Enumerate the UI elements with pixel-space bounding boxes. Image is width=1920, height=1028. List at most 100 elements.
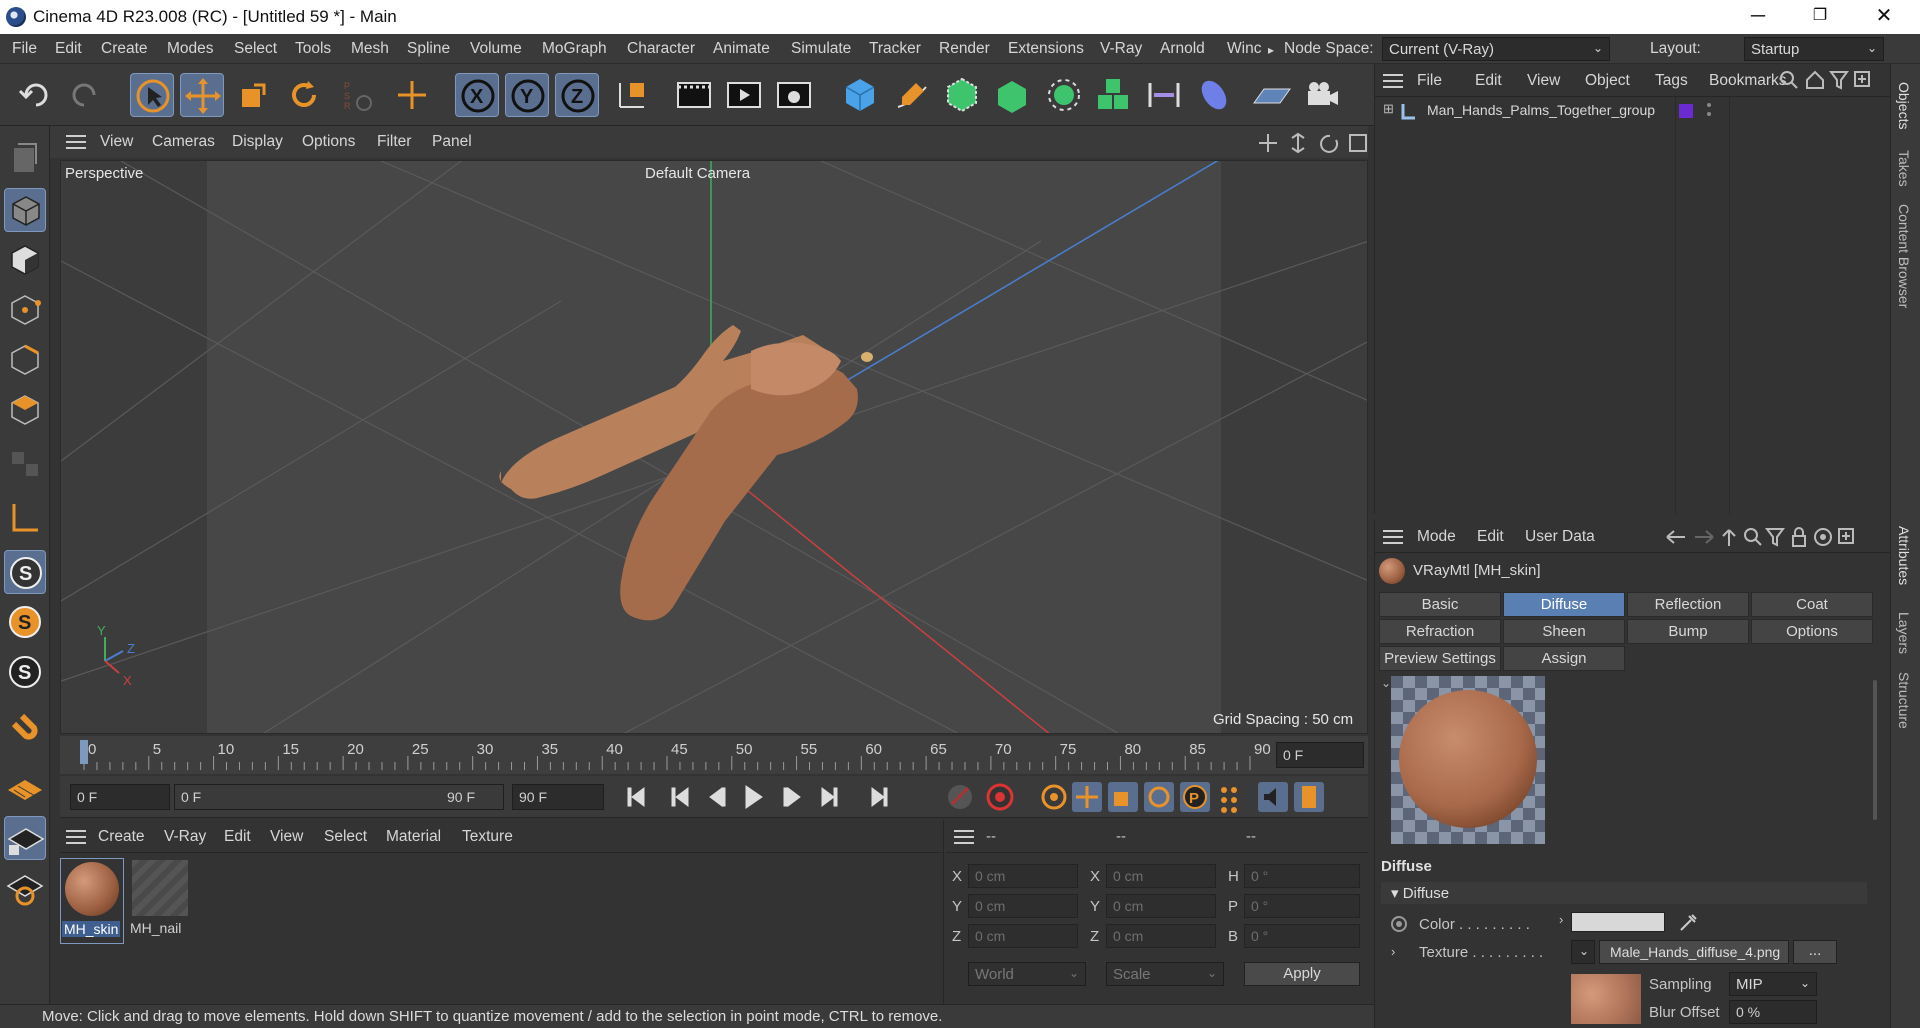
- viewport-menu-filter[interactable]: Filter: [377, 133, 411, 151]
- object-menu-file[interactable]: File: [1417, 72, 1442, 90]
- previous-keyframe-icon[interactable]: [671, 787, 689, 807]
- perspective-viewport[interactable]: Y Z X Perspective Default Camera Grid Sp…: [60, 160, 1368, 734]
- keyframe-selection-icon[interactable]: [1041, 784, 1067, 810]
- side-tab-layers[interactable]: Layers: [1896, 612, 1912, 654]
- side-tab-content-browser[interactable]: Content Browser: [1896, 204, 1912, 308]
- diffuse-group-header[interactable]: ▾ Diffuse: [1381, 882, 1867, 904]
- material-menu-create[interactable]: Create: [98, 828, 145, 846]
- expand-plus-icon[interactable]: ⊞: [1383, 101, 1394, 117]
- viewport-navigation-icons[interactable]: [1258, 132, 1368, 154]
- object-menu-view[interactable]: View: [1527, 72, 1560, 90]
- tab-sheen[interactable]: Sheen: [1503, 619, 1625, 644]
- size-z-field[interactable]: 0 cm: [1106, 924, 1216, 948]
- rotate-tool-icon[interactable]: [282, 73, 326, 117]
- texture-thumbnail[interactable]: [1571, 974, 1641, 1024]
- extrude-icon[interactable]: [990, 73, 1034, 117]
- attr-menu-mode[interactable]: Mode: [1417, 528, 1456, 546]
- side-tab-attributes[interactable]: Attributes: [1896, 526, 1912, 585]
- viewport-menu-display[interactable]: Display: [232, 133, 283, 151]
- coordinate-system-icon[interactable]: [610, 73, 654, 117]
- menu-tools[interactable]: Tools: [295, 40, 331, 58]
- deformer-icon[interactable]: [1142, 73, 1186, 117]
- layout-dropdown[interactable]: Startup ⌄: [1744, 37, 1884, 61]
- record-disabled-icon[interactable]: [948, 785, 972, 809]
- cube-icon[interactable]: [838, 73, 882, 117]
- side-tab-structure[interactable]: Structure: [1896, 672, 1912, 729]
- close-button[interactable]: ✕: [1860, 2, 1908, 30]
- field-icon[interactable]: [1192, 73, 1236, 117]
- tab-assign[interactable]: Assign: [1503, 646, 1625, 671]
- attr-menu-user-data[interactable]: User Data: [1525, 528, 1595, 546]
- key-pla-icon[interactable]: [1221, 787, 1237, 813]
- tab-refraction[interactable]: Refraction: [1379, 619, 1501, 644]
- node-space-dropdown[interactable]: Current (V-Ray) ⌄: [1382, 37, 1610, 61]
- apply-button[interactable]: Apply: [1244, 962, 1360, 986]
- scrollbar[interactable]: [1873, 680, 1877, 820]
- mograph-cubes-icon[interactable]: [1092, 73, 1136, 117]
- add-transform-icon[interactable]: [390, 73, 434, 117]
- snap-s-dark-icon[interactable]: S: [4, 650, 46, 694]
- scale-tool-icon[interactable]: [232, 73, 276, 117]
- menu-mesh[interactable]: Mesh: [351, 40, 389, 58]
- material-menu-material[interactable]: Material: [386, 828, 441, 846]
- material-menu-edit[interactable]: Edit: [224, 828, 251, 846]
- attr-menu-edit[interactable]: Edit: [1477, 528, 1504, 546]
- end-frame-field[interactable]: 90 F: [512, 784, 604, 810]
- render-settings-icon[interactable]: [772, 73, 816, 117]
- animation-keyframe-radio[interactable]: [1391, 916, 1407, 932]
- texture-file-button[interactable]: Male_Hands_diffuse_4.png: [1599, 940, 1789, 964]
- viewport-menu-options[interactable]: Options: [302, 133, 355, 151]
- menu-file[interactable]: File: [12, 40, 37, 58]
- timeline-film-icon[interactable]: [1294, 782, 1324, 812]
- diffuse-color-swatch[interactable]: [1571, 912, 1665, 932]
- position-z-field[interactable]: 0 cm: [968, 924, 1078, 948]
- position-y-field[interactable]: 0 cm: [968, 894, 1078, 918]
- magnet-icon[interactable]: [4, 710, 46, 754]
- hamburger-icon[interactable]: [1383, 530, 1403, 544]
- hamburger-icon[interactable]: [66, 830, 86, 844]
- minimize-button[interactable]: ─: [1734, 2, 1782, 30]
- material-menu-select[interactable]: Select: [324, 828, 367, 846]
- key-rotation-icon[interactable]: [1144, 782, 1174, 812]
- model-mode-icon[interactable]: [4, 188, 46, 232]
- menu-character[interactable]: Character: [627, 40, 695, 58]
- tab-preview-settings[interactable]: Preview Settings: [1379, 646, 1501, 671]
- uv-mode-icon[interactable]: [4, 442, 46, 486]
- object-menu-bookmarks[interactable]: Bookmarks: [1709, 72, 1787, 90]
- texture-dropdown[interactable]: ⌄: [1571, 940, 1595, 964]
- menu-create[interactable]: Create: [101, 40, 148, 58]
- tab-options[interactable]: Options: [1751, 619, 1873, 644]
- pen-spline-icon[interactable]: [890, 73, 934, 117]
- hamburger-icon[interactable]: [66, 135, 86, 149]
- rotation-h-field[interactable]: 0 °: [1244, 864, 1360, 888]
- preview-collapse-arrow-icon[interactable]: ⌄: [1381, 676, 1391, 690]
- axis-mode-icon[interactable]: [4, 496, 46, 540]
- menu-arnold[interactable]: Arnold: [1160, 40, 1205, 58]
- menu-vray[interactable]: V-Ray: [1100, 40, 1142, 58]
- visibility-dot-editor[interactable]: [1707, 103, 1711, 107]
- visibility-dot-render[interactable]: [1707, 112, 1711, 116]
- key-position-icon[interactable]: [1072, 782, 1102, 812]
- menu-simulate[interactable]: Simulate: [791, 40, 851, 58]
- z-axis-lock-icon[interactable]: Z: [555, 73, 599, 117]
- live-selection-icon[interactable]: [130, 73, 174, 117]
- side-tab-objects[interactable]: Objects: [1896, 82, 1912, 129]
- tab-bump[interactable]: Bump: [1627, 619, 1749, 644]
- workplane-icon[interactable]: [4, 766, 46, 810]
- y-axis-lock-icon[interactable]: Y: [505, 73, 549, 117]
- position-x-field[interactable]: 0 cm: [968, 864, 1078, 888]
- material-swatch-mh-skin[interactable]: MH_skin: [60, 858, 124, 944]
- material-menu-vray[interactable]: V-Ray: [164, 828, 206, 846]
- autokey-icon[interactable]: [986, 783, 1014, 811]
- blur-offset-field[interactable]: 0 %: [1729, 1000, 1817, 1024]
- texture-mode-icon[interactable]: [4, 238, 46, 282]
- menu-select[interactable]: Select: [234, 40, 277, 58]
- start-frame-field[interactable]: 0 F: [70, 784, 170, 810]
- size-x-field[interactable]: 0 cm: [1106, 864, 1216, 888]
- menu-volume[interactable]: Volume: [470, 40, 522, 58]
- next-keyframe-icon[interactable]: [821, 787, 838, 807]
- side-tab-takes[interactable]: Takes: [1896, 150, 1912, 187]
- layer-color-swatch[interactable]: [1679, 104, 1693, 118]
- tab-reflection[interactable]: Reflection: [1627, 592, 1749, 617]
- go-to-start-icon[interactable]: [627, 787, 645, 807]
